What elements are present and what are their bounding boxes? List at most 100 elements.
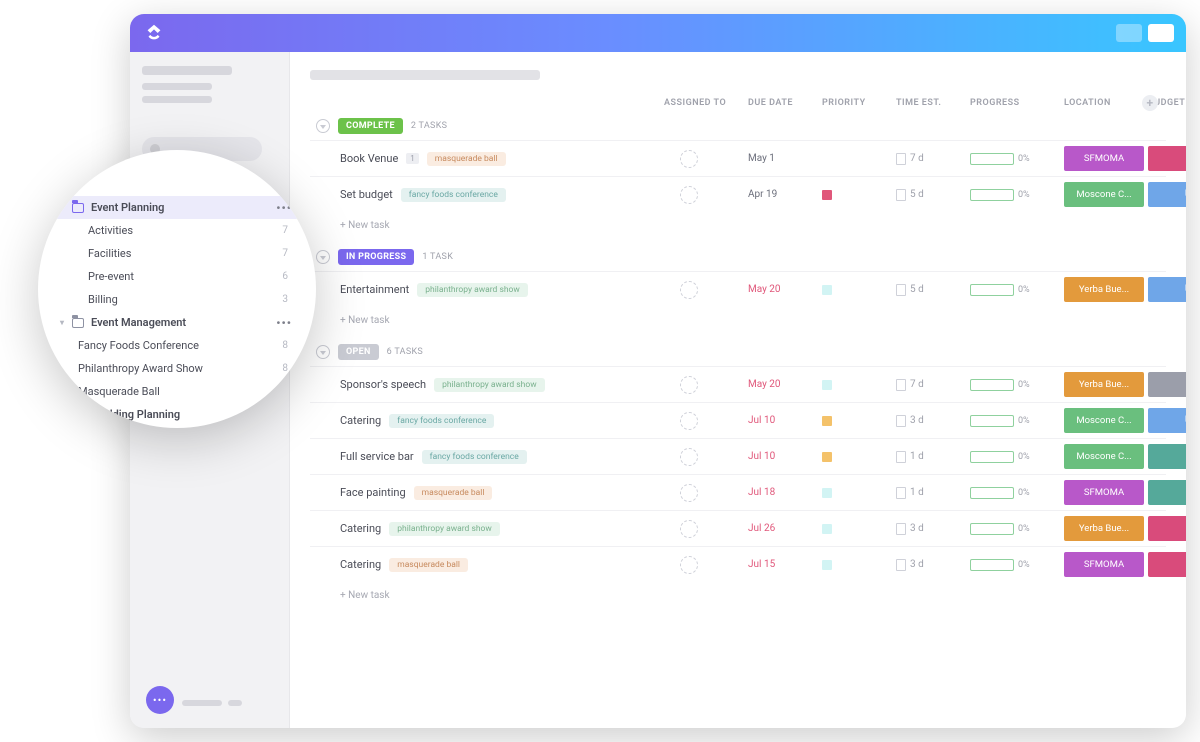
location-chip[interactable]: Yerba Bue... [1064, 277, 1144, 302]
chevron-icon[interactable]: ▾ [60, 318, 68, 327]
more-icon[interactable]: ••• [276, 316, 292, 330]
col-location[interactable]: LOCATION [1064, 98, 1144, 108]
location-chip[interactable]: Moscone C... [1064, 408, 1144, 433]
due-date[interactable]: Jul 10 [748, 451, 818, 462]
status-chip[interactable]: IN PROGRESS [338, 249, 414, 265]
task-tag[interactable]: philanthropy award show [389, 522, 500, 536]
priority-flag-icon[interactable] [822, 380, 832, 390]
group-header[interactable]: IN PROGRESS 1 TASK [310, 243, 1166, 271]
sidebar-list[interactable]: Fancy Foods Conference8 [54, 334, 300, 357]
task-row[interactable]: Sponsor's speech philanthropy award show… [310, 366, 1166, 402]
time-estimate[interactable]: 5 d [896, 284, 966, 296]
location-chip[interactable]: Yerba Bue... [1064, 372, 1144, 397]
sidebar-folder[interactable]: ▾Event Management••• [54, 311, 300, 334]
sidebar-list[interactable]: Billing3 [54, 288, 300, 311]
budget-chip[interactable]: Even [1148, 444, 1186, 469]
priority-flag-icon[interactable] [822, 452, 832, 462]
task-row[interactable]: Entertainment philanthropy award show Ma… [310, 271, 1166, 307]
budget-chip[interactable]: Over [1148, 146, 1186, 171]
assignee-avatar[interactable] [680, 150, 698, 168]
chevron-icon[interactable]: ▾ [60, 203, 68, 212]
task-row[interactable]: Catering fancy foods conference Jul 10 3… [310, 402, 1166, 438]
task-row[interactable]: Catering masquerade ball Jul 15 3 d 0% S… [310, 546, 1166, 582]
collapse-icon[interactable] [316, 250, 330, 264]
budget-chip[interactable]: N/A [1148, 372, 1186, 397]
location-chip[interactable]: Moscone C... [1064, 182, 1144, 207]
priority-flag-icon[interactable] [822, 285, 832, 295]
priority-flag-icon[interactable] [822, 488, 832, 498]
header-toggle-2[interactable] [1148, 24, 1174, 42]
status-chip[interactable]: OPEN [338, 344, 379, 360]
task-row[interactable]: Catering philanthropy award show Jul 26 … [310, 510, 1166, 546]
progress-cell[interactable]: 0% [970, 153, 1060, 165]
assignee-avatar[interactable] [680, 520, 698, 538]
assignee-avatar[interactable] [680, 412, 698, 430]
assignee-avatar[interactable] [680, 376, 698, 394]
progress-cell[interactable]: 0% [970, 284, 1060, 296]
location-chip[interactable]: SFMOMA [1064, 146, 1144, 171]
due-date[interactable]: Jul 18 [748, 487, 818, 498]
sidebar-folder[interactable]: ▾Event Planning••• [54, 196, 300, 219]
task-row[interactable]: Book Venue 1 masquerade ball May 1 7 d 0… [310, 140, 1166, 176]
progress-cell[interactable]: 0% [970, 451, 1060, 463]
priority-flag-icon[interactable] [822, 416, 832, 426]
progress-cell[interactable]: 0% [970, 559, 1060, 571]
due-date[interactable]: Jul 10 [748, 415, 818, 426]
col-progress[interactable]: PROGRESS [970, 98, 1060, 108]
due-date[interactable]: Jul 15 [748, 559, 818, 570]
priority-flag-icon[interactable] [822, 524, 832, 534]
assignee-avatar[interactable] [680, 281, 698, 299]
time-estimate[interactable]: 7 d [896, 379, 966, 391]
time-estimate[interactable]: 3 d [896, 415, 966, 427]
sidebar-list[interactable]: Facilities7 [54, 242, 300, 265]
progress-cell[interactable]: 0% [970, 487, 1060, 499]
new-task-button[interactable]: + New task [310, 582, 1166, 609]
sidebar-list[interactable]: Philanthropy Award Show8 [54, 357, 300, 380]
assignee-avatar[interactable] [680, 484, 698, 502]
col-assigned[interactable]: ASSIGNED TO [664, 98, 744, 108]
sidebar-list[interactable]: Activities7 [54, 219, 300, 242]
priority-flag-icon[interactable] [822, 560, 832, 570]
due-date[interactable]: Jul 26 [748, 523, 818, 534]
task-tag[interactable]: philanthropy award show [434, 378, 545, 392]
status-chip[interactable]: COMPLETE [338, 118, 403, 134]
budget-chip[interactable]: Under [1148, 182, 1186, 207]
priority-flag-icon[interactable] [822, 190, 832, 200]
location-chip[interactable]: SFMOMA [1064, 552, 1144, 577]
chevron-icon[interactable]: ▸ [60, 410, 68, 419]
add-column-button[interactable]: + [1142, 95, 1158, 111]
time-estimate[interactable]: 3 d [896, 559, 966, 571]
sidebar-list[interactable]: Masquerade Ball8 [54, 380, 300, 403]
subtask-count[interactable]: 1 [406, 153, 419, 164]
location-chip[interactable]: Moscone C... [1064, 444, 1144, 469]
chat-button[interactable]: ••• [146, 686, 174, 714]
budget-chip[interactable]: Even [1148, 480, 1186, 505]
group-header[interactable]: OPEN 6 TASKS [310, 338, 1166, 366]
collapse-icon[interactable] [316, 119, 330, 133]
time-estimate[interactable]: 7 d [896, 153, 966, 165]
due-date[interactable]: May 20 [748, 284, 818, 295]
task-tag[interactable]: masquerade ball [414, 486, 493, 500]
task-tag[interactable]: masquerade ball [389, 558, 468, 572]
location-chip[interactable]: Yerba Bue... [1064, 516, 1144, 541]
progress-cell[interactable]: 0% [970, 523, 1060, 535]
task-tag[interactable]: fancy foods conference [389, 414, 494, 428]
due-date[interactable]: May 1 [748, 153, 818, 164]
assignee-avatar[interactable] [680, 186, 698, 204]
progress-cell[interactable]: 0% [970, 189, 1060, 201]
assignee-avatar[interactable] [680, 556, 698, 574]
more-icon[interactable]: ••• [276, 201, 292, 215]
sidebar-folder[interactable]: ▸Wedding Planning [54, 403, 300, 426]
task-row[interactable]: Face painting masquerade ball Jul 18 1 d… [310, 474, 1166, 510]
due-date[interactable]: May 20 [748, 379, 818, 390]
col-due[interactable]: DUE DATE [748, 98, 818, 108]
location-chip[interactable]: SFMOMA [1064, 480, 1144, 505]
task-row[interactable]: Set budget fancy foods conference Apr 19… [310, 176, 1166, 212]
budget-chip[interactable]: Over [1148, 516, 1186, 541]
task-tag[interactable]: philanthropy award show [417, 283, 528, 297]
progress-cell[interactable]: 0% [970, 415, 1060, 427]
time-estimate[interactable]: 5 d [896, 189, 966, 201]
progress-cell[interactable]: 0% [970, 379, 1060, 391]
col-priority[interactable]: PRIORITY [822, 98, 892, 108]
task-tag[interactable]: fancy foods conference [422, 450, 527, 464]
